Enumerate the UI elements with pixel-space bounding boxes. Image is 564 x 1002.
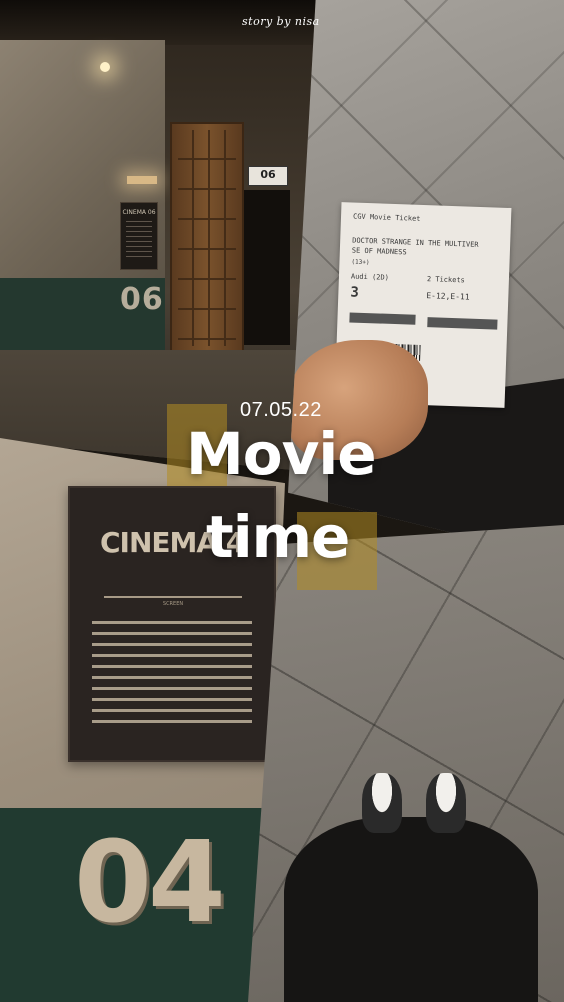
story-credit: story by nisa [242, 15, 320, 28]
ticket-seats: E-12,E-11 [426, 291, 470, 302]
shoes-photo [248, 525, 564, 1002]
screen-label: SCREEN [162, 601, 184, 607]
right-sneaker [426, 773, 466, 833]
ceiling-lamp [100, 62, 110, 72]
seat-grid [92, 618, 252, 726]
ticket-time-box [427, 317, 498, 330]
ticket-count: 2 Tickets [426, 275, 465, 285]
room-sign-lines [126, 221, 152, 261]
ticket-date-box [349, 312, 416, 325]
left-sneaker [362, 773, 402, 833]
door-plate-number: 06 [260, 168, 276, 181]
ticket-auditorium: Audi (2D) [350, 272, 390, 282]
ticket-movie-line2: SE OF MADNESS [351, 246, 407, 257]
date-label: 07.05.22 [240, 399, 322, 421]
story-canvas: CINEMA 06 06 06 CGV Movie Ticket DOCTOR … [0, 0, 564, 1002]
wall-lamp [127, 176, 157, 184]
legs [284, 817, 538, 1002]
room-sign: CINEMA 06 [120, 202, 158, 270]
ticket-header: CGV Movie Ticket [352, 212, 421, 223]
ticket-rating: (13+) [351, 258, 370, 267]
title-line-1: Movie [186, 420, 377, 488]
room-number-large: 04 [74, 818, 226, 948]
door-plate: 06 [248, 166, 288, 186]
title-line-2: time [206, 503, 350, 571]
room-number: 06 [120, 282, 164, 317]
room-sign-text: CINEMA 06 [122, 209, 156, 216]
ticket-auditorium-number: 3 [350, 284, 360, 301]
screen-line [104, 596, 242, 598]
wooden-door [170, 122, 244, 354]
door-panels [178, 130, 236, 346]
